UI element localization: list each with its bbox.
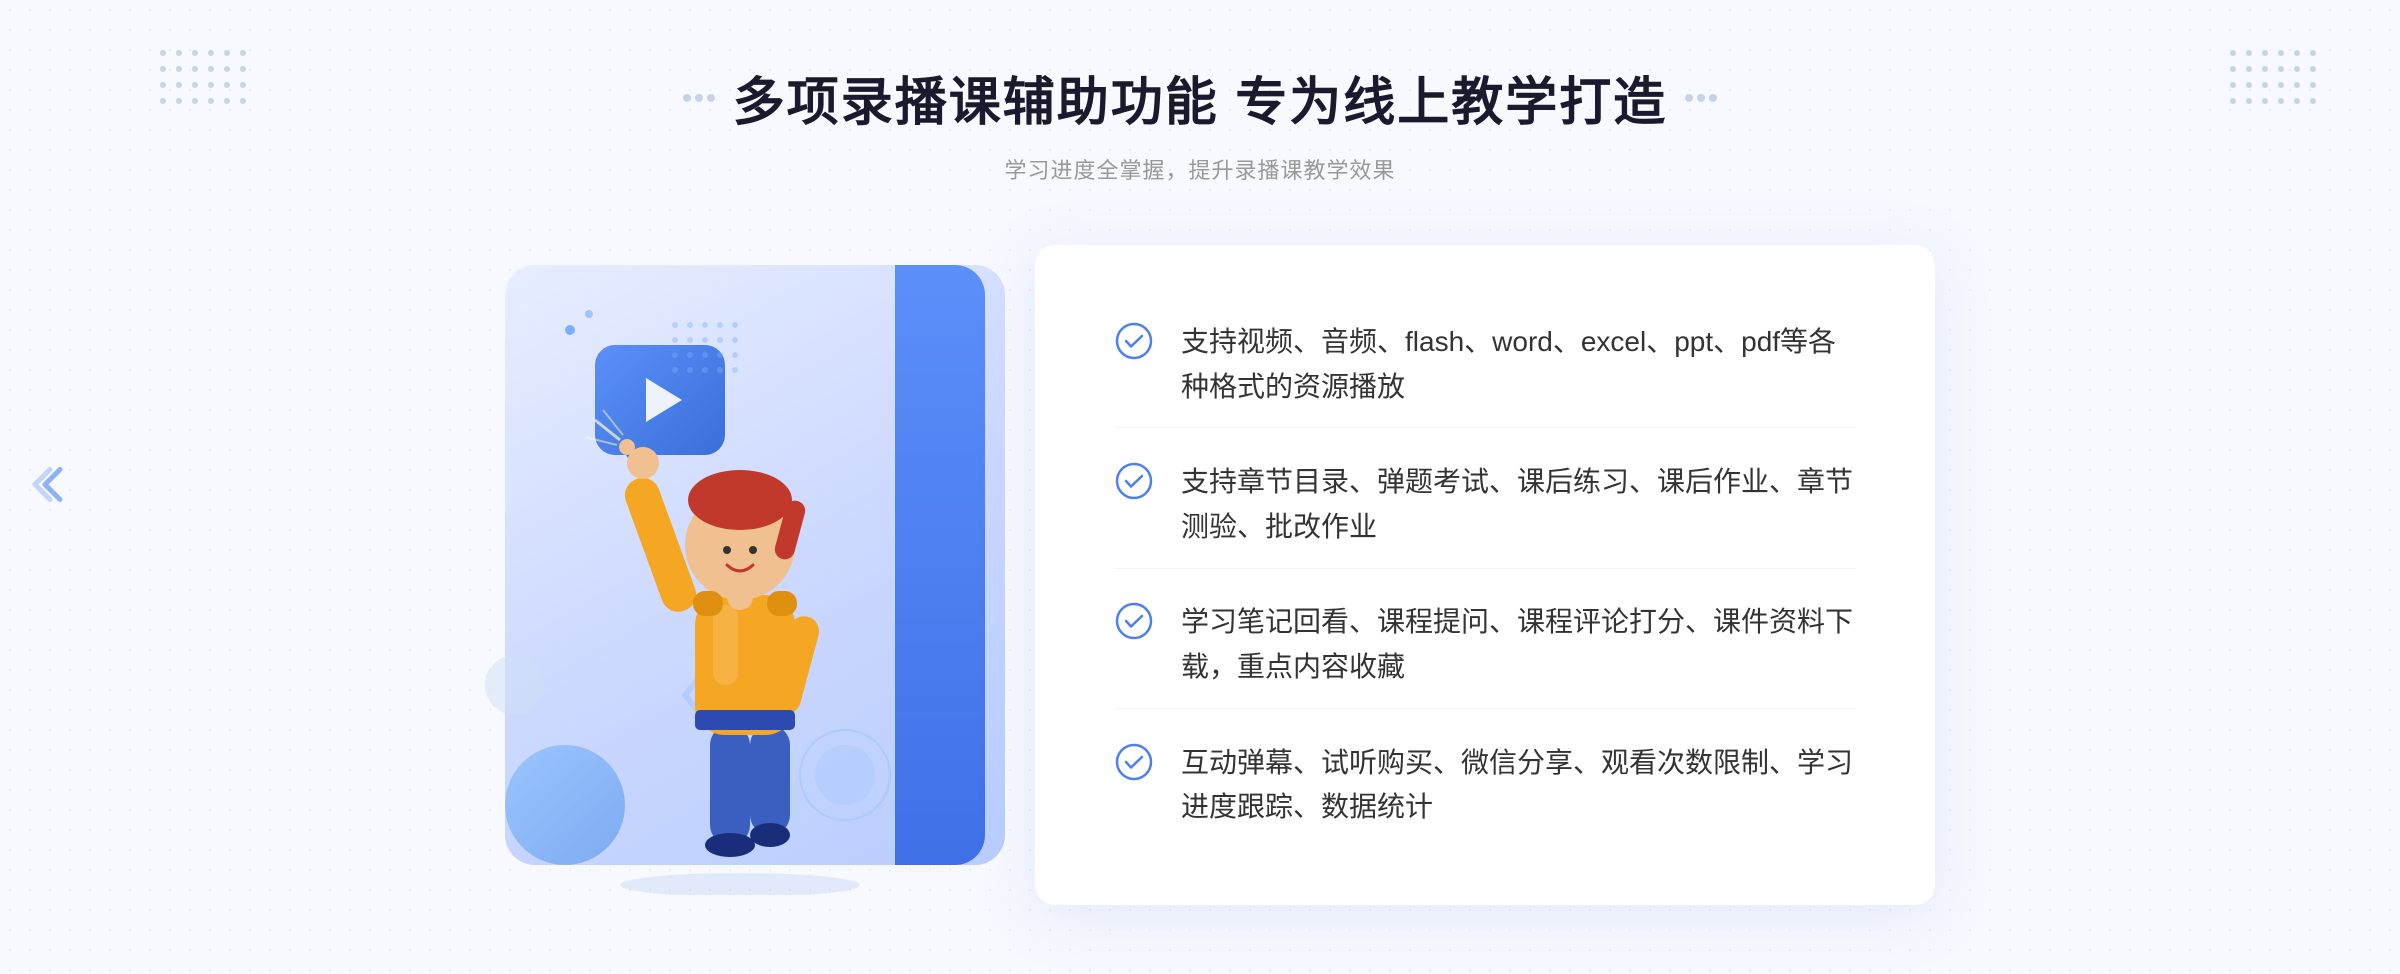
decorative-circle-gray: [485, 655, 545, 715]
feature-item-1: 支持视频、音频、flash、word、excel、ppt、pdf等各种格式的资源…: [1115, 302, 1855, 429]
left-arrow-decoration: [30, 460, 80, 515]
title-row: 多项录播课辅助功能 专为线上教学打造: [683, 60, 1717, 135]
feature-item-2: 支持章节目录、弹题考试、课后练习、课后作业、章节测验、批改作业: [1115, 442, 1855, 569]
feature-text-2: 支持章节目录、弹题考试、课后练习、课后作业、章节测验、批改作业: [1181, 460, 1855, 550]
check-icon-3: [1115, 602, 1153, 640]
feature-text-1: 支持视频、音频、flash、word、excel、ppt、pdf等各种格式的资源…: [1181, 320, 1855, 410]
illustration-panel: [465, 235, 1045, 915]
header-section: 多项录播课辅助功能 专为线上教学打造 学习进度全掌握，提升录播课教学效果: [683, 0, 1717, 215]
check-icon-2: [1115, 462, 1153, 500]
bubble-decorative-dot-1: [565, 325, 575, 335]
check-icon-1: [1115, 322, 1153, 360]
page-wrapper: 多项录播课辅助功能 专为线上教学打造 学习进度全掌握，提升录播课教学效果: [0, 0, 2400, 974]
feature-item-4: 互动弹幕、试听购买、微信分享、观看次数限制、学习进度跟踪、数据统计: [1115, 723, 1855, 849]
title-dots-right: [1685, 94, 1717, 102]
right-top-decorative-dots: [2230, 50, 2320, 108]
person-figure: [565, 395, 915, 895]
main-title: 多项录播课辅助功能 专为线上教学打造: [733, 60, 1667, 135]
feature-text-3: 学习笔记回看、课程提问、课程评论打分、课件资料下载，重点内容收藏: [1181, 600, 1855, 690]
feature-text-4: 互动弹幕、试听购买、微信分享、观看次数限制、学习进度跟踪、数据统计: [1181, 741, 1855, 831]
sub-title: 学习进度全掌握，提升录播课教学效果: [683, 153, 1717, 185]
bubble-decorative-dot-2: [585, 310, 593, 318]
feature-item-3: 学习笔记回看、课程提问、课程评论打分、课件资料下载，重点内容收藏: [1115, 582, 1855, 709]
title-dots-left: [683, 94, 715, 102]
check-icon-4: [1115, 743, 1153, 781]
features-panel: 支持视频、音频、flash、word、excel、ppt、pdf等各种格式的资源…: [1035, 245, 1935, 905]
left-top-decorative-dots: [160, 50, 250, 108]
content-section: 支持视频、音频、flash、word、excel、ppt、pdf等各种格式的资源…: [400, 235, 2000, 915]
